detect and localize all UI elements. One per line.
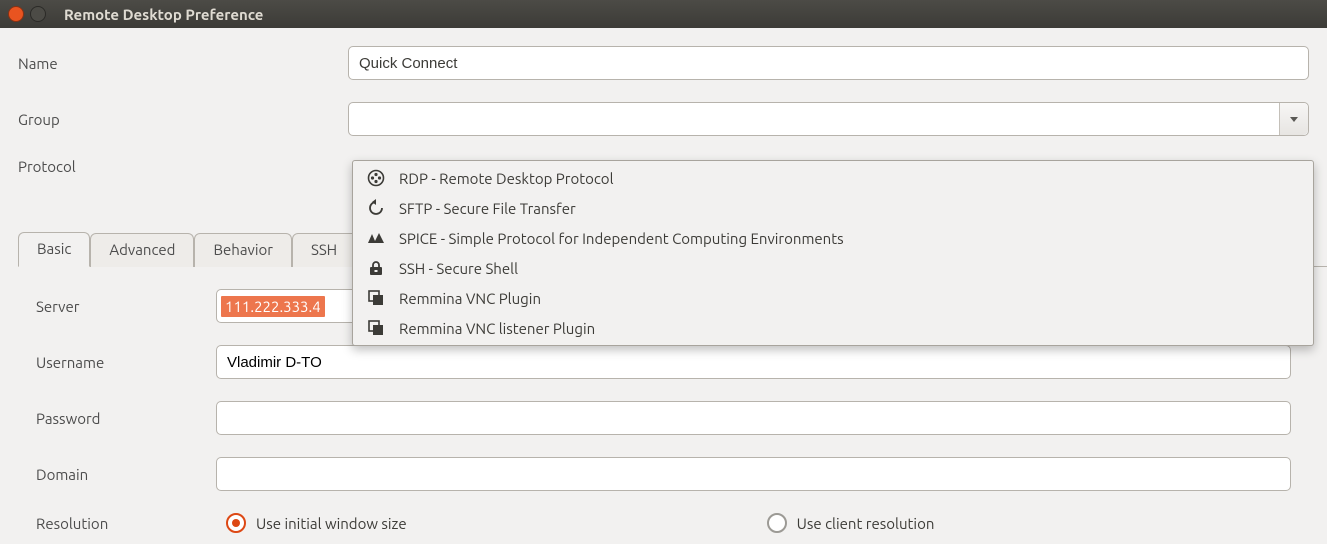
name-input[interactable] bbox=[348, 46, 1309, 80]
row-resolution: Resolution Use initial window size Use c… bbox=[36, 513, 1309, 533]
protocol-option-vnc-listener[interactable]: Remmina VNC listener Plugin bbox=[353, 313, 1313, 343]
group-combo-button[interactable] bbox=[1279, 103, 1308, 135]
row-name: Name bbox=[18, 46, 1309, 80]
domain-input[interactable] bbox=[216, 457, 1291, 491]
spice-icon bbox=[367, 229, 385, 247]
domain-label: Domain bbox=[36, 466, 216, 483]
rdp-icon bbox=[367, 169, 385, 187]
resolution-option-initial-label: Use initial window size bbox=[256, 515, 407, 532]
resolution-radio-group: Use initial window size Use client resol… bbox=[216, 513, 1309, 533]
copy-icon bbox=[367, 319, 385, 337]
close-icon[interactable] bbox=[8, 6, 24, 22]
window-title: Remote Desktop Preference bbox=[64, 6, 263, 23]
protocol-option-label: SFTP - Secure File Transfer bbox=[399, 200, 576, 217]
row-domain: Domain bbox=[36, 457, 1309, 491]
username-label: Username bbox=[36, 354, 216, 371]
group-label: Group bbox=[18, 111, 348, 128]
lock-icon bbox=[367, 259, 385, 277]
window-controls bbox=[8, 6, 46, 22]
tab-basic[interactable]: Basic bbox=[18, 232, 90, 267]
form-area: Name Group Protocol bbox=[0, 28, 1327, 175]
protocol-option-sftp[interactable]: SFTP - Secure File Transfer bbox=[353, 193, 1313, 223]
protocol-option-rdp[interactable]: RDP - Remote Desktop Protocol bbox=[353, 163, 1313, 193]
protocol-option-label: SSH - Secure Shell bbox=[399, 260, 518, 277]
protocol-option-label: Remmina VNC listener Plugin bbox=[399, 320, 595, 337]
resolution-option-initial[interactable]: Use initial window size bbox=[226, 513, 407, 533]
titlebar: Remote Desktop Preference bbox=[0, 0, 1327, 28]
protocol-dropdown[interactable]: RDP - Remote Desktop Protocol SFTP - Sec… bbox=[352, 160, 1314, 346]
protocol-option-ssh[interactable]: SSH - Secure Shell bbox=[353, 253, 1313, 283]
server-label: Server bbox=[36, 298, 216, 315]
tab-behavior[interactable]: Behavior bbox=[194, 233, 292, 267]
resolution-label: Resolution bbox=[36, 515, 216, 532]
protocol-option-label: RDP - Remote Desktop Protocol bbox=[399, 170, 614, 187]
radio-icon bbox=[226, 513, 246, 533]
username-input[interactable] bbox=[216, 345, 1291, 379]
row-password: Password bbox=[36, 401, 1309, 435]
protocol-option-label: SPICE - Simple Protocol for Independent … bbox=[399, 230, 844, 247]
radio-icon bbox=[767, 513, 787, 533]
resolution-option-client-label: Use client resolution bbox=[797, 515, 935, 532]
row-username: Username bbox=[36, 345, 1309, 379]
protocol-option-spice[interactable]: SPICE - Simple Protocol for Independent … bbox=[353, 223, 1313, 253]
protocol-option-label: Remmina VNC Plugin bbox=[399, 290, 541, 307]
password-label: Password bbox=[36, 410, 216, 427]
chevron-down-icon bbox=[1290, 117, 1298, 122]
group-combo[interactable] bbox=[348, 102, 1309, 136]
copy-icon bbox=[367, 289, 385, 307]
minimize-icon[interactable] bbox=[30, 6, 46, 22]
name-label: Name bbox=[18, 55, 348, 72]
protocol-option-vnc[interactable]: Remmina VNC Plugin bbox=[353, 283, 1313, 313]
password-input[interactable] bbox=[216, 401, 1291, 435]
protocol-label: Protocol bbox=[18, 158, 348, 175]
refresh-icon bbox=[367, 199, 385, 217]
resolution-option-client[interactable]: Use client resolution bbox=[767, 513, 935, 533]
row-group: Group bbox=[18, 102, 1309, 136]
server-value-selected: 111.222.333.4 bbox=[221, 296, 325, 317]
tab-advanced[interactable]: Advanced bbox=[90, 233, 194, 267]
